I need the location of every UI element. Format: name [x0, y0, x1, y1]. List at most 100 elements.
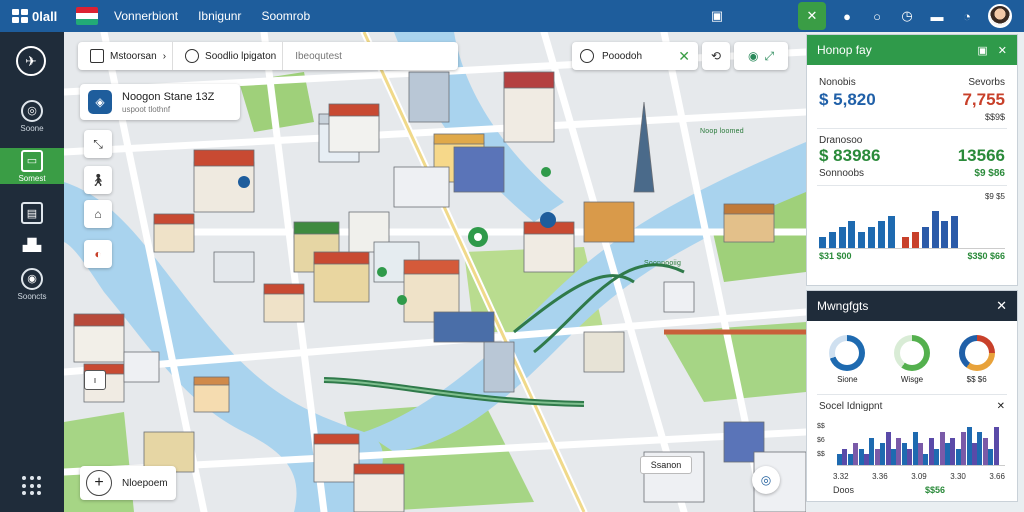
zoom-control[interactable]: + Nloepoem	[80, 466, 176, 500]
route-tool-button[interactable]: ⤡	[84, 130, 112, 158]
place-search[interactable]: Soodlio lpigaton	[179, 42, 284, 70]
bar[interactable]	[977, 432, 983, 465]
navigate-tool-button[interactable]: ◐	[84, 240, 112, 268]
bar[interactable]	[966, 426, 972, 465]
brand[interactable]: 0lall	[0, 9, 76, 24]
walk-tool-button[interactable]: 🚶︎	[84, 166, 112, 194]
tablet-icon[interactable]: ▣	[702, 0, 732, 32]
apps-grid-icon[interactable]	[22, 476, 42, 496]
bar[interactable]	[896, 437, 902, 465]
y-axis: $$ $6 $$	[817, 420, 825, 462]
donut-chart[interactable]: Sione	[829, 335, 866, 384]
rail-item-somest[interactable]: ▭ Somest	[0, 148, 64, 184]
share-button[interactable]: ⟲	[702, 42, 730, 70]
rail-item-sooncts[interactable]: ◉ Sooncts	[0, 264, 64, 304]
search-field[interactable]	[289, 42, 411, 70]
bar[interactable]	[931, 210, 939, 248]
bar-chart-2-wrap: $$ $6 $$	[807, 414, 1017, 470]
bar[interactable]	[928, 437, 934, 465]
axis-label: $3$0 $66	[967, 251, 1005, 261]
park-tool-button[interactable]: ⌂	[84, 200, 112, 228]
bar[interactable]	[972, 443, 977, 465]
x-tick: 3.32	[833, 472, 849, 481]
bar[interactable]	[867, 226, 875, 248]
bar[interactable]	[923, 454, 929, 465]
compass-icon[interactable]: ✈	[16, 46, 46, 76]
bar[interactable]	[961, 432, 967, 465]
bar[interactable]	[874, 448, 880, 465]
bar[interactable]	[951, 216, 959, 248]
layer-selector[interactable]: Mstoorsan ›	[84, 42, 174, 70]
grid-icon[interactable]: ▬	[922, 0, 952, 32]
bar[interactable]	[887, 216, 895, 248]
bar[interactable]	[864, 454, 869, 465]
destination-icon	[580, 49, 594, 63]
bar[interactable]	[941, 221, 949, 248]
location-card[interactable]: ◈ Noogon Stane 13Z uspoot tlothnf	[80, 84, 240, 120]
close-icon[interactable]: ✕	[996, 298, 1007, 314]
nav-item-3[interactable]: Soomrob	[251, 9, 320, 23]
bar[interactable]	[848, 221, 856, 248]
search-icon	[185, 49, 200, 63]
bar[interactable]	[993, 426, 999, 465]
bar[interactable]	[880, 443, 886, 465]
rail-item-stats[interactable]: ▟▙	[0, 232, 64, 258]
bar[interactable]	[858, 448, 864, 465]
close-icon[interactable]: ✕	[997, 401, 1005, 412]
wrench-icon[interactable]: ✕	[798, 2, 826, 30]
y-tick: $$	[817, 451, 825, 458]
bar[interactable]	[907, 448, 913, 465]
bar[interactable]	[934, 448, 940, 465]
chat-icon[interactable]: ●	[832, 0, 862, 32]
bar[interactable]	[891, 448, 896, 465]
footer-label: Doos	[833, 485, 855, 495]
bar[interactable]	[982, 437, 988, 465]
bar[interactable]	[853, 443, 859, 465]
nav-item-2[interactable]: Ibnigunr	[188, 9, 251, 23]
bar[interactable]	[902, 237, 910, 248]
rail-item-soone[interactable]: ◎ Soone	[0, 94, 64, 138]
donut-chart[interactable]: Wisge	[893, 335, 930, 384]
bar[interactable]	[918, 443, 923, 465]
circle-icon[interactable]: ○	[862, 0, 892, 32]
clock-icon[interactable]: ◷	[892, 0, 922, 32]
bar[interactable]	[988, 448, 994, 465]
bar[interactable]	[950, 437, 956, 465]
bar[interactable]	[877, 221, 885, 248]
axis-label: $31 $00	[819, 251, 852, 261]
bar[interactable]	[955, 448, 961, 465]
bar[interactable]	[939, 432, 945, 465]
bar[interactable]	[945, 443, 950, 465]
bar[interactable]	[838, 226, 846, 248]
close-icon[interactable]: ✕	[998, 44, 1007, 57]
rail-label: Somest	[18, 173, 46, 183]
bar[interactable]	[921, 226, 929, 248]
bar[interactable]	[847, 454, 853, 465]
locate-me-button[interactable]: ◎	[752, 466, 780, 494]
bar[interactable]	[901, 443, 907, 465]
bar[interactable]	[819, 237, 826, 248]
insights-panel-header: Mwngfgts ✕	[807, 291, 1017, 321]
bar[interactable]	[912, 432, 918, 465]
donut-chart[interactable]: $$ $6	[958, 335, 995, 384]
bar[interactable]	[858, 232, 866, 248]
donut-ring	[829, 335, 866, 371]
rail-item-reports[interactable]: ▤	[0, 198, 64, 228]
info-marker[interactable]: ı	[84, 370, 106, 390]
view-toggle-button[interactable]: ◉ ⤢	[734, 42, 788, 70]
nav-item-1[interactable]: Vonnerbiont	[104, 9, 188, 23]
close-icon[interactable]: ✕	[678, 48, 690, 65]
bar[interactable]	[912, 232, 919, 248]
save-icon[interactable]: ▣	[977, 44, 987, 57]
bar[interactable]	[837, 454, 842, 465]
bar[interactable]	[828, 232, 836, 248]
search-input[interactable]	[295, 50, 406, 62]
route-bar[interactable]: Pooodoh ✕	[572, 42, 698, 70]
zoom-in-icon[interactable]: +	[86, 470, 112, 496]
bell-icon[interactable]: ◔	[952, 0, 982, 32]
bar[interactable]	[842, 448, 848, 465]
bar[interactable]	[885, 432, 891, 465]
bar[interactable]	[869, 437, 875, 465]
donut-row: Sione Wisge $$ $6	[807, 321, 1017, 388]
avatar[interactable]	[988, 4, 1012, 28]
